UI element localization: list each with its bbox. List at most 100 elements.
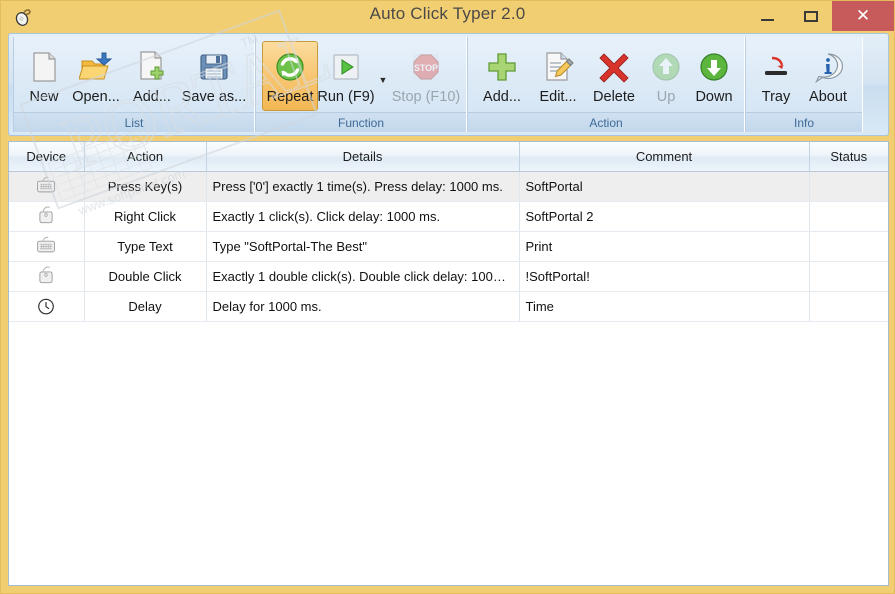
ribbon-groups: New Open... Add... Save as... List Repeat Run …: [13, 37, 884, 132]
ribbon-button-edit[interactable]: Edit...: [530, 41, 586, 111]
cell-details: Exactly 1 double click(s). Double click …: [206, 261, 520, 292]
cell-action: Double Click: [84, 261, 207, 292]
cell-status: [809, 291, 888, 322]
ribbon-button-tray[interactable]: Tray: [752, 41, 800, 111]
ribbon-group-label: Info: [746, 112, 862, 132]
column-header-details[interactable]: Details: [206, 142, 520, 172]
cell-status: [809, 261, 888, 292]
cell-status: [809, 171, 888, 202]
ribbon-button-about[interactable]: About: [800, 41, 856, 111]
info-bubble-icon: [811, 46, 845, 88]
cell-action: Type Text: [84, 231, 207, 262]
cell-comment: !SoftPortal!: [519, 261, 810, 292]
table-header: Device Action Details Comment Status: [9, 142, 888, 172]
column-header-action[interactable]: Action: [84, 142, 207, 172]
ribbon-button-label: Save as...: [181, 89, 247, 105]
ribbon-button-new[interactable]: New: [20, 41, 68, 111]
ribbon-group-label: Function: [256, 112, 466, 132]
ribbon-button-up: Up: [642, 41, 690, 111]
ribbon-button-delete[interactable]: Delete: [586, 41, 642, 111]
ribbon-button-label: Edit...: [539, 89, 577, 105]
ribbon-button-down[interactable]: Down: [690, 41, 738, 111]
table-row[interactable]: Press Key(s) Press ['0'] exactly 1 time(s…: [9, 171, 888, 202]
cell-device: [9, 231, 85, 262]
ribbon-button-repeat[interactable]: Repeat: [262, 41, 318, 111]
table-row[interactable]: Delay Delay for 1000 ms. Time: [9, 291, 888, 322]
cell-comment: Print: [519, 231, 810, 262]
ribbon-button-label: Stop (F10): [391, 89, 461, 105]
ribbon-group-info: Tray About Info: [745, 37, 863, 132]
cell-status: [809, 201, 888, 232]
keyboard-icon: [33, 236, 59, 261]
window-controls: ✕: [746, 1, 894, 31]
ribbon-button-run-f9[interactable]: Run (F9): [317, 41, 375, 111]
column-header-device[interactable]: Device: [9, 142, 85, 172]
cell-device: [9, 261, 85, 292]
action-list-table: Device Action Details Comment Status Pre…: [9, 142, 888, 322]
ribbon-button-save-as[interactable]: Save as...: [180, 41, 248, 111]
ribbon-button-label: Add...: [483, 89, 521, 105]
cell-details: Delay for 1000 ms.: [206, 291, 520, 322]
cell-details: Exactly 1 click(s). Click delay: 1000 ms…: [206, 201, 520, 232]
application-window: Auto Click Typer 2.0 ✕ New Open... Add... S…: [0, 0, 895, 594]
ribbon-group-function: Repeat Run (F9) ▼ STOP Stop (F10) Function: [255, 37, 467, 132]
column-header-comment[interactable]: Comment: [519, 142, 810, 172]
action-list-panel[interactable]: Device Action Details Comment Status Pre…: [8, 141, 889, 586]
red-x-icon: [597, 46, 631, 88]
cell-action: Right Click: [84, 201, 207, 232]
edit-pencil-icon: [541, 46, 575, 88]
ribbon-group-label: Action: [468, 112, 744, 132]
arrow-down-green-icon: [697, 46, 731, 88]
ribbon-group-buttons: Tray About: [746, 37, 862, 112]
table-row[interactable]: Right Click Exactly 1 click(s). Click del…: [9, 201, 888, 232]
cell-device: [9, 201, 85, 232]
ribbon-group-buttons: Repeat Run (F9) ▼ STOP Stop (F10): [256, 37, 466, 112]
repeat-refresh-icon: [273, 46, 307, 88]
ribbon-button-label: Run (F9): [317, 89, 375, 105]
keyboard-icon: [33, 176, 59, 201]
cell-comment: SoftPortal: [519, 171, 810, 202]
ribbon-button-label: Repeat: [266, 89, 314, 105]
title-bar: Auto Click Typer 2.0 ✕: [1, 1, 894, 31]
cell-comment: SoftPortal 2: [519, 201, 810, 232]
cell-status: [809, 231, 888, 262]
save-floppy-icon: [197, 46, 231, 88]
minimize-button[interactable]: [746, 1, 789, 31]
ribbon-button-stop-f10: STOP Stop (F10): [392, 41, 460, 111]
chevron-down-icon[interactable]: ▼: [374, 75, 392, 85]
ribbon-button-label: Down: [695, 89, 733, 105]
ribbon-button-label: Open...: [72, 89, 120, 105]
ribbon-button-label: About: [809, 89, 847, 105]
add-document-icon: [135, 46, 169, 88]
ribbon-group-action: Add... Edit... Delete Up Down Action: [467, 37, 745, 132]
cell-details: Type "SoftPortal-The Best": [206, 231, 520, 262]
table-row[interactable]: Type Text Type "SoftPortal-The Best" Print: [9, 231, 888, 262]
column-header-status[interactable]: Status: [809, 142, 888, 172]
ribbon-group-label: List: [14, 112, 254, 132]
ribbon-toolbar: New Open... Add... Save as... List Repeat Run …: [8, 33, 889, 136]
ribbon-group-buttons: New Open... Add... Save as...: [14, 37, 254, 112]
ribbon-button-label: Tray: [761, 89, 791, 105]
cell-action: Delay: [84, 291, 207, 322]
arrow-up-green-icon: [649, 46, 683, 88]
cell-comment: Time: [519, 291, 810, 322]
ribbon-button-label: Add...: [133, 89, 171, 105]
ribbon-button-add[interactable]: Add...: [474, 41, 530, 111]
ribbon-button-add[interactable]: Add...: [124, 41, 180, 111]
minimize-icon: [761, 18, 774, 21]
cell-device: [9, 171, 85, 202]
ribbon-button-open[interactable]: Open...: [68, 41, 124, 111]
open-folder-icon: [79, 46, 113, 88]
cell-details: Press ['0'] exactly 1 time(s). Press del…: [206, 171, 520, 202]
plus-green-icon: [485, 46, 519, 88]
ribbon-button-label: Delete: [593, 89, 635, 105]
ribbon-group-list: New Open... Add... Save as... List: [13, 37, 255, 132]
table-row[interactable]: Double Click Exactly 1 double click(s). D…: [9, 261, 888, 292]
ribbon-button-label: New: [29, 89, 59, 105]
ribbon-group-buttons: Add... Edit... Delete Up Down: [468, 37, 744, 112]
play-triangle-icon: [329, 46, 363, 88]
close-button[interactable]: ✕: [832, 1, 894, 31]
maximize-icon: [803, 10, 818, 22]
ribbon-button-label: Up: [656, 89, 676, 105]
maximize-button[interactable]: [789, 1, 832, 31]
